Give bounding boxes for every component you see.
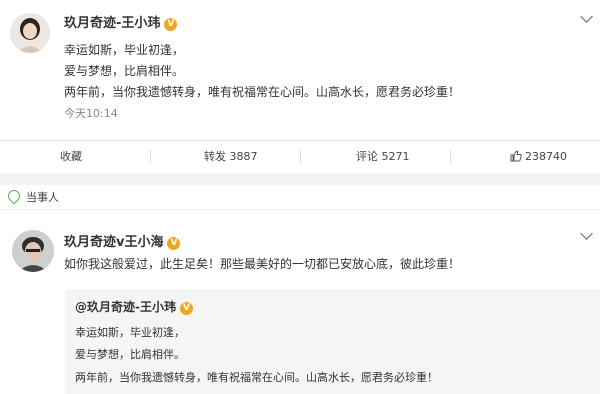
post-line-2: 爱与梦想，比肩相伴。 [64,64,185,78]
like-count: 238740 [525,150,567,163]
quoted-line-2: 爱与梦想，比肩相伴。 [75,348,185,361]
location-tag-icon [5,187,23,205]
quoted-author[interactable]: @玖月奇迹-王小玮 V [75,298,193,315]
action-bar: 收藏 转发 3887 评论 5271 238740 [0,140,600,174]
author-name-text: 玖月奇迹v王小海 [64,235,164,250]
relation-tag-label: 当事人 [26,191,59,204]
reposted-content[interactable]: @玖月奇迹-王小玮 V 幸运如斯，毕业初逢， 爱与梦想，比肩相伴。 两年前，当你我… [65,289,600,394]
post-line-3: 两年前，当你我遗憾转身，唯有祝福常在心间。山高水长，愿君务必珍重！ [64,85,461,99]
like-icon [510,143,522,175]
author-name[interactable]: 玖月奇迹-王小玮 V [64,12,178,31]
quoted-author-text: @玖月奇迹-王小玮 [75,300,176,314]
avatar-image [10,13,50,53]
post-line-1: 幸运如斯，毕业初逢， [64,43,185,57]
author-name-text: 玖月奇迹-王小玮 [64,16,161,31]
verified-badge-icon: V [164,18,178,31]
comment-button[interactable]: 评论 5271 [356,141,410,173]
post-time[interactable]: 今天10:14 [64,105,118,121]
verified-badge-icon: V [179,302,193,315]
like-button[interactable]: 238740 [510,141,567,173]
quoted-line-3: 两年前，当你我遗憾转身，唯有祝福常在心间。山高水长，愿君务必珍重！ [75,371,438,384]
avatar[interactable] [12,230,54,272]
relation-tag-row: 当事人 [0,185,600,210]
quoted-line-1: 幸运如斯，毕业初逢， [75,326,185,339]
post-text: 如你我这般爱过，此生足矣！那些最美好的一切都已安放心底，彼此珍重！ [64,257,461,271]
divider [300,150,301,164]
collect-button[interactable]: 收藏 [60,141,82,173]
repost-button[interactable]: 转发 3887 [204,141,258,173]
avatar-image [12,230,54,272]
verified-badge-icon: V [167,237,181,250]
avatar[interactable] [10,13,50,53]
top-post-card: 玖月奇迹-王小玮 V 幸运如斯，毕业初逢， 爱与梦想，比肩相伴。 两年前，当你我遗… [0,0,600,138]
chevron-down-icon[interactable] [580,227,593,240]
divider [150,150,151,164]
section-gap [0,173,600,185]
author-name[interactable]: 玖月奇迹v王小海 V [64,231,181,250]
divider [450,150,451,164]
chevron-down-icon[interactable] [580,10,593,23]
